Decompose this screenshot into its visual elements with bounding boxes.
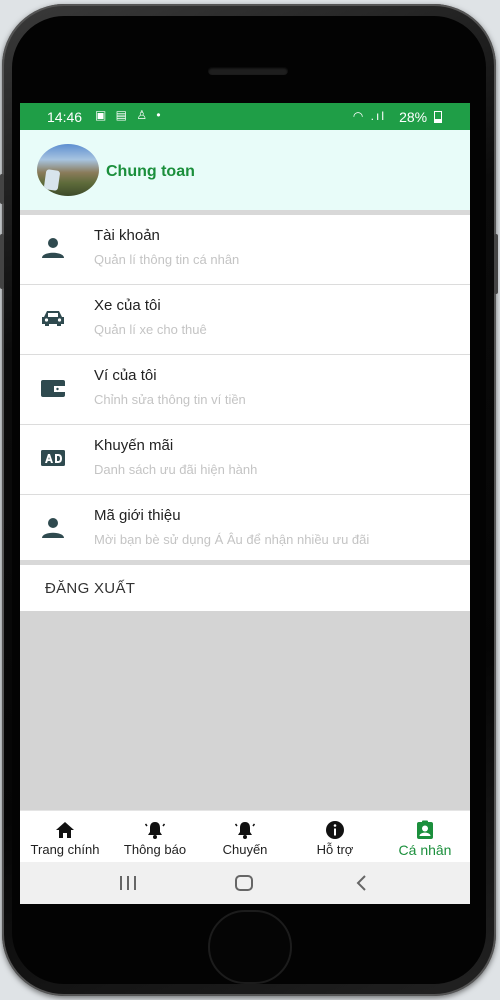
tab-trips[interactable]: Chuyến	[200, 811, 290, 863]
menu-item-promotions[interactable]: Khuyến mãi Danh sách ưu đãi hiện hành	[20, 425, 470, 495]
tab-profile[interactable]: Cá nhân	[380, 811, 470, 863]
info-icon	[326, 821, 344, 839]
menu-item-subtitle: Mời bạn bè sử dụng Á Âu để nhận nhiều ưu…	[94, 532, 370, 547]
logout-label: ĐĂNG XUẤT	[45, 580, 136, 597]
bottom-tab-bar: Trang chính Thông báo Chuyến Hỗ trợ Cá n…	[20, 810, 470, 863]
earpiece-speaker	[208, 67, 288, 75]
tab-label: Hỗ trợ	[316, 842, 354, 857]
mute-switch	[0, 174, 4, 204]
menu-item-title: Xe của tôi	[94, 297, 161, 314]
menu-item-title: Mã giới thiệu	[94, 507, 181, 524]
notification-icons: ▣ ▤ ♙ •	[95, 108, 164, 122]
battery-icon	[434, 111, 442, 123]
menu-item-account[interactable]: Tài khoản Quản lí thông tin cá nhân	[20, 215, 470, 285]
tab-label: Cá nhân	[398, 842, 452, 858]
home-button[interactable]	[208, 910, 292, 984]
status-time: 14:46	[47, 109, 83, 125]
menu-item-wallet[interactable]: Ví của tôi Chỉnh sửa thông tin ví tiền	[20, 355, 470, 425]
bell-icon	[235, 822, 255, 839]
bell-icon	[145, 822, 165, 839]
logout-button[interactable]: ĐĂNG XUẤT	[20, 565, 470, 611]
menu-item-subtitle: Chỉnh sửa thông tin ví tiền	[94, 392, 246, 407]
menu-item-my-cars[interactable]: Xe của tôi Quản lí xe cho thuê	[20, 285, 470, 355]
ad-icon	[41, 450, 65, 466]
menu-item-subtitle: Danh sách ưu đãi hiện hành	[94, 462, 258, 477]
recent-apps-icon[interactable]	[117, 872, 139, 894]
app-screen: 14:46 ▣ ▤ ♙ • ◠ .ıl 28% Chung toan Tài k…	[20, 103, 470, 904]
tab-home[interactable]: Trang chính	[20, 811, 110, 863]
tab-label: Chuyến	[222, 842, 268, 857]
profile-header[interactable]: Chung toan	[20, 130, 470, 210]
tab-support[interactable]: Hỗ trợ	[290, 811, 380, 863]
status-bar: 14:46 ▣ ▤ ♙ • ◠ .ıl 28%	[20, 103, 470, 130]
tab-label: Thông báo	[123, 842, 187, 857]
menu-item-title: Ví của tôi	[94, 367, 157, 384]
profile-name: Chung toan	[106, 163, 195, 180]
car-icon	[42, 311, 64, 326]
profile-card-icon	[417, 820, 433, 839]
person-icon	[42, 518, 64, 538]
volume-up-button	[0, 234, 4, 289]
power-button	[494, 234, 498, 294]
menu-item-title: Tài khoản	[94, 227, 160, 244]
battery-level: 28%	[399, 109, 442, 125]
system-nav-bar	[20, 862, 470, 904]
person-icon	[42, 238, 64, 258]
menu-item-referral[interactable]: Mã giới thiệu Mời bạn bè sử dụng Á Âu để…	[20, 495, 470, 565]
tab-notifications[interactable]: Thông báo	[110, 811, 200, 863]
back-icon[interactable]	[351, 872, 373, 894]
menu-item-subtitle: Quản lí xe cho thuê	[94, 322, 207, 337]
profile-menu: Tài khoản Quản lí thông tin cá nhân Xe c…	[20, 215, 470, 565]
battery-percent: 28%	[399, 109, 428, 125]
avatar[interactable]	[37, 144, 99, 196]
home-icon	[56, 822, 74, 838]
home-nav-icon[interactable]	[233, 872, 255, 894]
menu-item-subtitle: Quản lí thông tin cá nhân	[94, 252, 240, 267]
tab-label: Trang chính	[30, 842, 100, 857]
wallet-icon	[41, 380, 65, 397]
menu-item-title: Khuyến mãi	[94, 437, 174, 454]
signal-icon: ◠ .ıl	[352, 109, 386, 123]
